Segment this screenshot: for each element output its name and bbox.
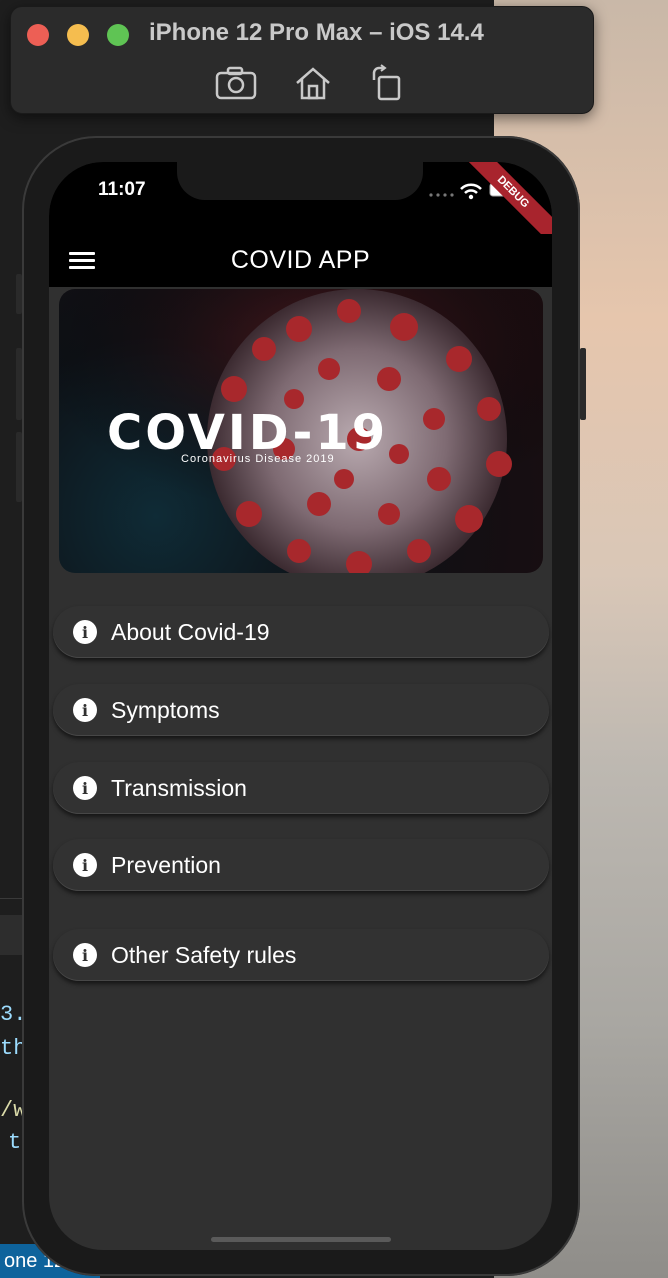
hero-banner-image: COVID-19 Coronavirus Disease 2019 — [59, 289, 543, 573]
phone-screen: 11:07 DEBUG COVID APP COVID-19 Coronavir… — [49, 162, 552, 1250]
menu-item-other-safety-rules[interactable]: i Other Safety rules — [53, 929, 549, 981]
ios-status-bar: 11:07 DEBUG — [49, 162, 552, 253]
power-button — [580, 348, 586, 420]
menu-item-label: About Covid-19 — [111, 618, 270, 645]
code-fragment: t — [8, 1130, 22, 1155]
menu-item-symptoms[interactable]: i Symptoms — [53, 684, 549, 736]
info-icon: i — [73, 698, 97, 722]
menu-item-prevention[interactable]: i Prevention — [53, 839, 549, 891]
zoom-window-button[interactable] — [107, 24, 129, 46]
close-window-button[interactable] — [27, 24, 49, 46]
screenshot-button[interactable] — [213, 63, 259, 103]
minimize-window-button[interactable] — [67, 24, 89, 46]
info-icon: i — [73, 943, 97, 967]
notch — [177, 162, 423, 200]
rotate-button[interactable] — [363, 63, 409, 103]
home-icon — [296, 67, 330, 100]
menu-item-label: Symptoms — [111, 696, 220, 723]
info-icon: i — [73, 776, 97, 800]
info-icon: i — [73, 620, 97, 644]
cellular-signal-icon — [429, 193, 454, 197]
page-title: COVID APP — [230, 246, 371, 274]
menu-item-label: Transmission — [111, 774, 247, 801]
screenshot-icon — [215, 66, 257, 100]
volume-up-button — [16, 348, 22, 420]
home-indicator[interactable] — [211, 1237, 391, 1242]
menu-item-label: Prevention — [111, 851, 221, 878]
volume-down-button — [16, 432, 22, 502]
menu-item-about[interactable]: i About Covid-19 — [53, 606, 549, 658]
menu-item-label: Other Safety rules — [111, 941, 297, 968]
info-icon: i — [73, 853, 97, 877]
app-bar: COVID APP — [49, 234, 552, 287]
simulator-title: iPhone 12 Pro Max – iOS 14.4 — [149, 19, 484, 46]
menu-item-transmission[interactable]: i Transmission — [53, 762, 549, 814]
hero-subtitle: Coronavirus Disease 2019 — [181, 453, 335, 465]
wifi-icon — [460, 183, 482, 200]
silent-switch — [16, 274, 22, 314]
simulator-titlebar: iPhone 12 Pro Max – iOS 14.4 — [10, 6, 594, 114]
rotate-icon — [372, 64, 401, 101]
home-button[interactable] — [290, 63, 336, 103]
status-time: 11:07 — [98, 179, 146, 200]
